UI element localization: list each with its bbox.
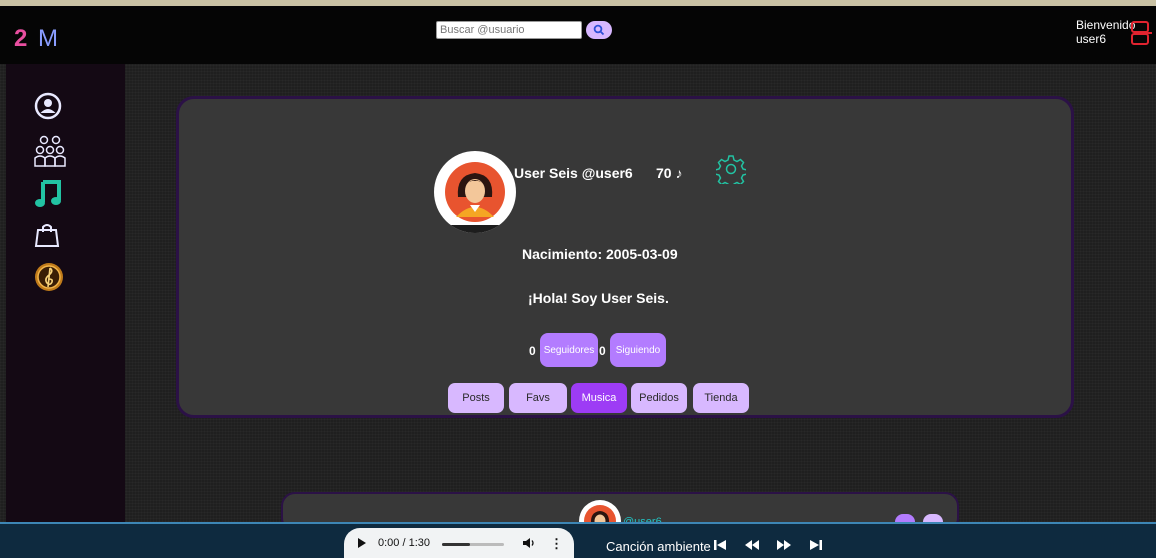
search-icon xyxy=(593,24,605,36)
search-input[interactable] xyxy=(436,21,582,39)
shopping-bag-icon[interactable] xyxy=(34,222,60,248)
track-name: Canción ambiente xyxy=(606,539,711,554)
user-circle-icon[interactable] xyxy=(34,92,62,120)
music-player-bar xyxy=(0,522,1156,558)
woman-avatar-icon xyxy=(434,162,516,233)
profile-name: User Seis @user6 xyxy=(514,165,633,181)
profile-avatar xyxy=(434,151,516,233)
tab-pedidos[interactable]: Pedidos xyxy=(631,383,687,413)
logout-icon[interactable] xyxy=(1130,20,1152,46)
skip-previous-icon[interactable] xyxy=(712,538,728,552)
volume-icon[interactable] xyxy=(522,536,536,550)
group-icon[interactable] xyxy=(34,134,66,168)
play-icon[interactable] xyxy=(358,538,366,548)
profile-bio: ¡Hola! Soy User Seis. xyxy=(528,290,669,306)
tab-tienda[interactable]: Tienda xyxy=(693,383,749,413)
logo-digit: 2 xyxy=(14,25,30,52)
followers-button[interactable]: Seguidores xyxy=(540,333,598,367)
sidebar xyxy=(6,64,125,522)
tab-posts[interactable]: Posts xyxy=(448,383,504,413)
rewind-icon[interactable] xyxy=(744,538,760,552)
more-options-icon[interactable]: ⋮ xyxy=(550,536,563,552)
following-button[interactable]: Siguiendo xyxy=(610,333,666,367)
search-button[interactable] xyxy=(586,21,612,39)
current-username: user6 xyxy=(1076,32,1107,46)
user-search xyxy=(436,21,612,39)
welcome-message: Bienvenido user6 xyxy=(1076,18,1135,46)
treble-clef-medal-icon[interactable] xyxy=(34,262,64,292)
app-logo[interactable]: 2 M xyxy=(14,25,60,53)
audio-progress-fill xyxy=(442,543,470,546)
skip-next-icon[interactable] xyxy=(808,538,824,552)
following-count: 0 xyxy=(599,344,606,358)
music-note-count: 70 ♪ xyxy=(656,165,683,181)
tab-musica[interactable]: Musica xyxy=(571,383,627,413)
fast-forward-icon[interactable] xyxy=(776,538,792,552)
audio-player: 0:00 / 1:30 ⋮ xyxy=(344,528,574,558)
welcome-label: Bienvenido xyxy=(1076,18,1136,32)
followers-count: 0 xyxy=(529,344,536,358)
gear-icon[interactable] xyxy=(716,154,746,184)
audio-time: 0:00 / 1:30 xyxy=(378,537,430,549)
tab-favs[interactable]: Favs xyxy=(509,383,567,413)
logo-letter: M xyxy=(38,25,61,52)
music-note-icon[interactable] xyxy=(34,178,64,208)
birth-date: Nacimiento: 2005-03-09 xyxy=(522,246,678,262)
